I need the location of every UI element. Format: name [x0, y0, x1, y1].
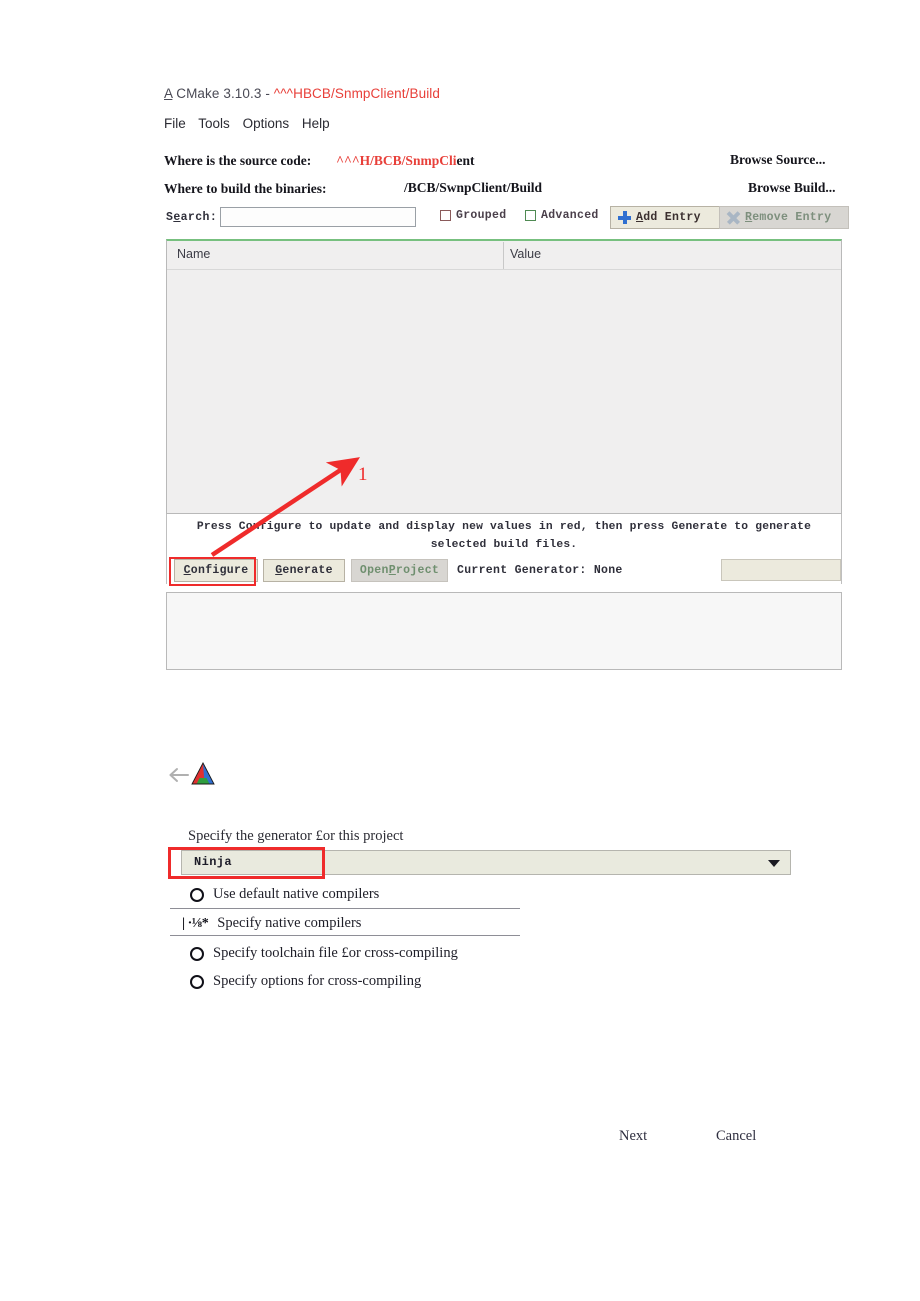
remove-entry-label: emove Entry — [752, 211, 832, 224]
browse-source-button[interactable]: Browse Source... — [730, 152, 826, 168]
radio-label: Specify options for cross-compiling — [213, 973, 422, 989]
output-log-pane[interactable] — [166, 592, 842, 670]
radio-label: Use default native compilers — [213, 886, 380, 902]
annotation-step-number: 1 — [358, 464, 368, 485]
current-generator-status: Current Generator: None — [457, 564, 623, 577]
column-divider[interactable] — [503, 242, 504, 269]
chevron-down-icon[interactable] — [768, 860, 780, 867]
search-input[interactable] — [220, 207, 416, 227]
search-label: Search: — [166, 211, 218, 224]
add-entry-button[interactable]: Add Entry — [610, 206, 728, 229]
radio-circle-icon — [190, 974, 204, 989]
menu-item-help[interactable]: Help — [302, 116, 330, 131]
action-button-row: Configure Generate Open Project Current … — [166, 558, 842, 584]
grouped-label: Grouped — [456, 209, 507, 222]
cmake-logo-icon — [191, 762, 215, 785]
configure-button[interactable]: Configure — [174, 559, 258, 582]
progress-bar — [721, 559, 841, 581]
back-arrow-icon[interactable] — [168, 766, 190, 784]
plus-icon — [618, 211, 631, 224]
next-button[interactable]: Next — [619, 1128, 647, 1145]
add-entry-label: dd Entry — [643, 211, 701, 224]
radio-specify-native-compilers[interactable]: | ·⅛* Specify native compilers — [182, 915, 361, 932]
menu-item-options[interactable]: Options — [243, 116, 290, 131]
menu-bar: File Tools Options Help — [164, 116, 339, 131]
menu-item-tools[interactable]: Tools — [198, 116, 230, 131]
source-path-row: Where is the source code: ^^^H/BCB/SnmpC… — [164, 152, 474, 170]
open-project-button[interactable]: Open Project — [351, 559, 448, 582]
close-x-icon — [726, 211, 741, 225]
generate-button[interactable]: Generate — [263, 559, 345, 582]
radio-circle-icon — [190, 946, 204, 961]
build-path-row: Where to build the binaries: — [164, 180, 327, 198]
option-separator-top — [170, 908, 520, 909]
configure-label: onfigure — [190, 564, 249, 577]
generator-prompt-label: Specify the generator £or this project — [188, 828, 404, 844]
generate-accel: G — [275, 564, 283, 577]
cache-variables-table[interactable]: Name Value — [166, 239, 842, 514]
radio-circle-icon — [190, 887, 204, 902]
app-icon: A — [164, 86, 173, 101]
open-project-accel: P — [388, 564, 396, 577]
grouped-checkbox[interactable]: Grouped — [440, 209, 506, 222]
generator-dropdown[interactable]: Ninja — [181, 850, 791, 875]
radio-selected-glyph-icon: | ·⅛* — [182, 915, 209, 931]
header-separator — [167, 269, 841, 270]
build-path-label: Where to build the binaries: — [164, 181, 327, 196]
add-entry-label-accel: A — [636, 211, 644, 224]
radio-specify-toolchain-file[interactable]: Specify toolchain file £or cross-compili… — [190, 945, 458, 962]
radio-label: Specify toolchain file £or cross-compili… — [213, 945, 458, 961]
cache-table-header: Name Value — [167, 241, 841, 269]
menu-item-file[interactable]: File — [164, 116, 186, 131]
window-title: CMake 3.10.3 - — [176, 86, 270, 101]
cache-toolbar: Search: Grouped Advanced Add Entry Remov… — [166, 206, 849, 231]
source-path-label: Where is the source code: — [164, 153, 312, 168]
option-separator-bottom — [170, 935, 520, 936]
checkbox-box-icon — [440, 210, 451, 221]
advanced-label: Advanced — [541, 209, 599, 222]
cancel-button[interactable]: Cancel — [716, 1128, 756, 1145]
open-project-label: roject — [395, 564, 440, 577]
generator-selected-value: Ninja — [194, 855, 233, 869]
radio-use-default-native-compilers[interactable]: Use default native compilers — [190, 886, 379, 903]
hint-line-2: build files. — [493, 539, 578, 551]
window-titlebar: A CMake 3.10.3 - ^^^HBCB/SnmpClient/Buil… — [164, 86, 440, 101]
window-title-path: ^^^HBCB/SnmpClient/Build — [273, 86, 441, 101]
build-path-value: /BCB/SwnpClient/Build — [404, 180, 543, 195]
open-project-label-prefix: Open — [359, 564, 389, 577]
checkbox-box-icon — [525, 210, 536, 221]
cmake-main-window: A CMake 3.10.3 - ^^^HBCB/SnmpClient/Buil… — [0, 0, 920, 700]
configure-accel: C — [183, 564, 191, 577]
radio-specify-cross-compiling-options[interactable]: Specify options for cross-compiling — [190, 973, 421, 990]
advanced-checkbox[interactable]: Advanced — [525, 209, 599, 222]
browse-build-button[interactable]: Browse Build... — [748, 180, 836, 196]
source-path-value: ^^^H/BCB/SnmpCli — [336, 153, 457, 168]
radio-label: Specify native compilers — [217, 915, 362, 931]
configure-hint-text: Press Configure to update and display ne… — [166, 514, 842, 558]
generator-wizard-dialog: Specify the generator £or this project N… — [0, 700, 920, 1301]
source-path-value-suffix: ent — [456, 153, 475, 168]
column-header-value[interactable]: Value — [510, 247, 541, 261]
remove-entry-button[interactable]: Remove Entry — [719, 206, 849, 229]
generate-label: enerate — [282, 564, 333, 577]
remove-entry-label-accel: R — [745, 211, 753, 224]
column-header-name[interactable]: Name — [177, 247, 210, 261]
